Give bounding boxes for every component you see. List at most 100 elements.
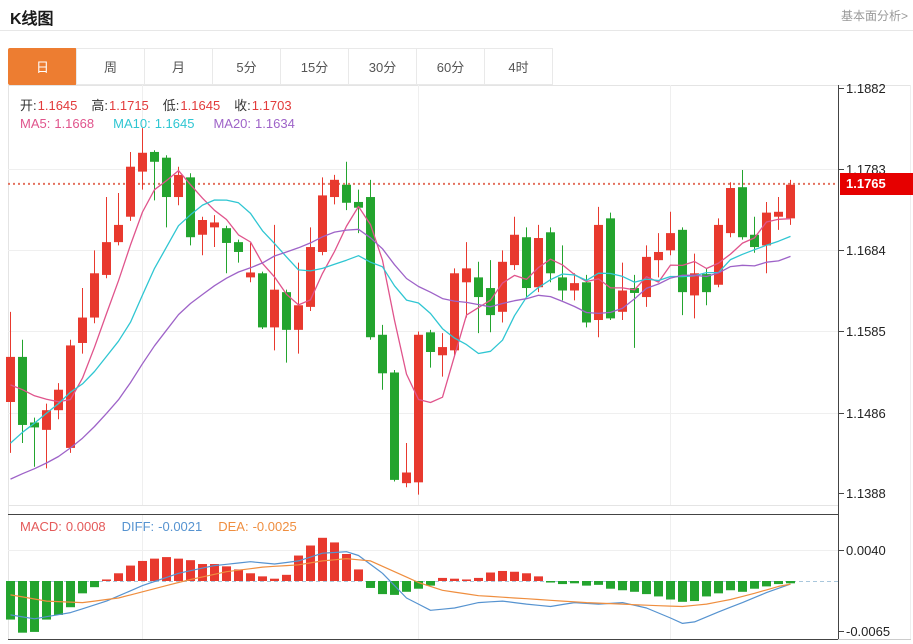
candle-body xyxy=(714,225,723,285)
macd-bar xyxy=(450,579,459,581)
macd-bar xyxy=(114,573,123,581)
candle-body xyxy=(690,273,699,295)
macd-bar xyxy=(630,581,639,592)
candle-body xyxy=(186,177,195,237)
macd-bar xyxy=(594,581,603,585)
macd-bar xyxy=(522,573,531,581)
candle-body xyxy=(594,225,603,320)
candle-body xyxy=(378,335,387,374)
candle-body xyxy=(330,180,339,197)
candle-body xyxy=(534,238,543,287)
macd-bar xyxy=(354,569,363,581)
macd-bar xyxy=(726,581,735,590)
macd-bar xyxy=(678,581,687,602)
macd-bar xyxy=(654,581,663,596)
macd-axis-label: 0.0040 xyxy=(846,543,886,558)
macd-bar xyxy=(534,576,543,581)
macd-bar xyxy=(606,581,615,589)
candle-body xyxy=(78,318,87,343)
macd-bar xyxy=(462,579,471,581)
macd-bar xyxy=(786,581,795,583)
macd-bar xyxy=(546,581,555,583)
candle-body xyxy=(234,242,243,252)
candle-body xyxy=(426,332,435,352)
macd-bar xyxy=(138,561,147,581)
tab-month[interactable]: 月 xyxy=(144,48,213,85)
price-axis-label: 1.1388 xyxy=(846,486,886,501)
candle-body xyxy=(510,235,519,265)
tab-4hour[interactable]: 4时 xyxy=(484,48,553,85)
legend-item: 低:1.1645 xyxy=(163,98,220,113)
candle-body xyxy=(66,345,75,447)
macd-bar xyxy=(222,566,231,581)
macd-bar xyxy=(582,581,591,586)
candle-body xyxy=(318,195,327,252)
candle-body xyxy=(366,197,375,337)
macd-bar xyxy=(618,581,627,590)
legend-item: 开:1.1645 xyxy=(20,98,77,113)
candle-body xyxy=(222,228,231,243)
current-price-tag: 1.1765 xyxy=(840,173,913,195)
macd-bar xyxy=(270,579,279,581)
macd-bar xyxy=(90,581,99,587)
candle-body xyxy=(726,188,735,233)
candle-body xyxy=(6,357,15,402)
candle-body xyxy=(654,252,663,260)
tab-15min[interactable]: 15分 xyxy=(280,48,349,85)
tab-week[interactable]: 周 xyxy=(76,48,145,85)
tab-60min[interactable]: 60分 xyxy=(416,48,485,85)
candle-body xyxy=(774,212,783,217)
legend-item: 收:1.1703 xyxy=(234,98,291,113)
price-axis-label: 1.1882 xyxy=(846,81,886,96)
candle-body xyxy=(462,268,471,282)
candle-body xyxy=(546,232,555,273)
macd-bar xyxy=(150,559,159,581)
fundamental-analysis-link[interactable]: 基本面分析> xyxy=(841,7,908,24)
macd-histogram xyxy=(6,538,795,633)
candle-body xyxy=(174,175,183,197)
ohlc-legend: 开:1.1645高:1.1715低:1.1645收:1.1703 xyxy=(20,95,306,114)
candle-body xyxy=(390,372,399,479)
macd-bar xyxy=(774,581,783,584)
header-divider xyxy=(0,30,913,31)
macd-bar xyxy=(246,573,255,581)
candle-body xyxy=(294,305,303,330)
legend-item: MA10:1.1645 xyxy=(113,116,194,131)
price-axis-label: 1.1684 xyxy=(846,243,886,258)
candle-body xyxy=(150,152,159,162)
macd-bar xyxy=(198,564,207,581)
macd-bar xyxy=(126,566,135,581)
candle-body xyxy=(522,237,531,288)
candle-body xyxy=(678,230,687,292)
macd-bar xyxy=(558,581,567,584)
macd-bar xyxy=(702,581,711,596)
candle-body xyxy=(270,290,279,328)
candle-body xyxy=(138,153,147,172)
macd-bar xyxy=(282,575,291,581)
tab-5min[interactable]: 5分 xyxy=(212,48,281,85)
price-axis-label: 1.1486 xyxy=(846,406,886,421)
macd-bar xyxy=(330,542,339,581)
candle-body xyxy=(570,283,579,290)
macd-bar xyxy=(714,581,723,593)
macd-bar xyxy=(510,572,519,581)
candle-body xyxy=(90,273,99,317)
macd-legend: MACD:0.0008DIFF:-0.0021DEA:-0.0025 xyxy=(20,519,313,534)
macd-bar xyxy=(18,581,27,633)
current-price-value: 1.1765 xyxy=(846,176,886,191)
macd-bar xyxy=(438,578,447,581)
candle-body xyxy=(582,282,591,322)
kline-page: { "header": {"title": "K线图", "link_label… xyxy=(0,0,913,644)
tab-day[interactable]: 日 xyxy=(8,48,77,85)
macd-bar xyxy=(402,581,411,592)
macd-bar xyxy=(498,571,507,581)
candle-body xyxy=(414,335,423,483)
macd-bar xyxy=(102,579,111,581)
ma20-line xyxy=(11,229,791,479)
macd-bar xyxy=(690,581,699,601)
price-axis-label: 1.1585 xyxy=(846,324,886,339)
tab-30min[interactable]: 30分 xyxy=(348,48,417,85)
macd-bar xyxy=(66,581,75,607)
macd-bar xyxy=(6,581,15,620)
macd-bar xyxy=(570,581,579,583)
